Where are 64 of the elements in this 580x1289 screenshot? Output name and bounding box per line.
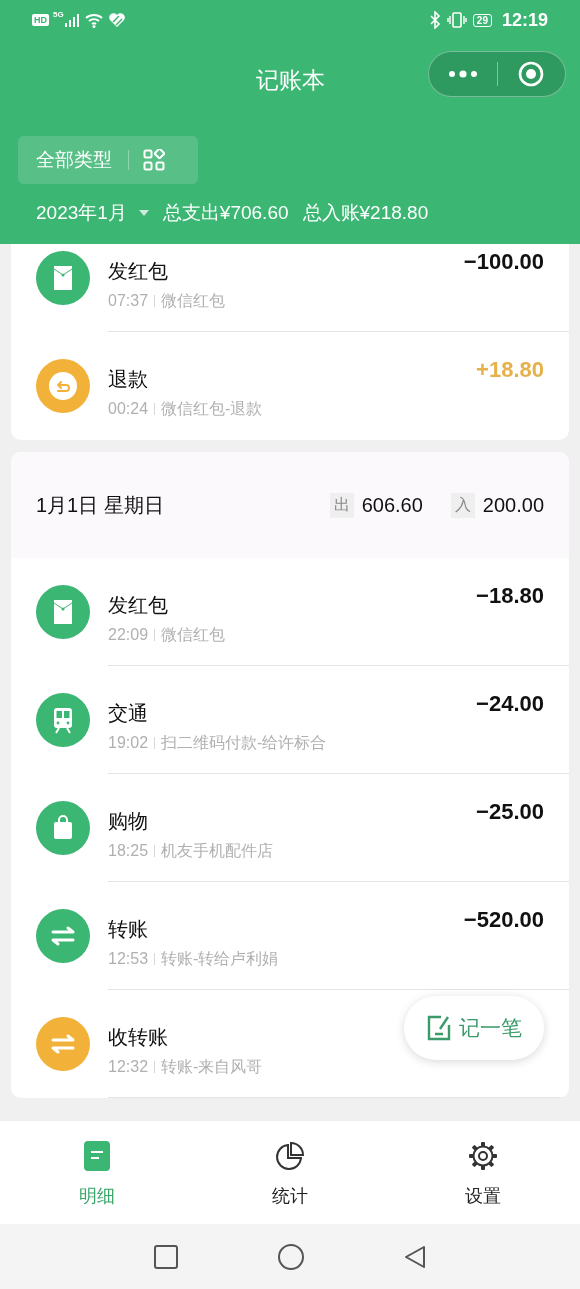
transaction-note: 微信红包 <box>161 625 226 645</box>
square-icon <box>154 1244 178 1269</box>
transaction-title: 交通 <box>108 701 148 726</box>
clock: 12:19 <box>501 9 548 31</box>
transaction-note: 扫二维码付款-给许标合 <box>161 733 327 753</box>
settings-icon <box>468 1141 499 1171</box>
transaction-amount: −25.00 <box>476 798 544 826</box>
transaction-time: 12:32 <box>108 1057 149 1077</box>
day-expense: 606.60 <box>361 493 423 517</box>
transaction-title: 发红包 <box>108 259 168 284</box>
transaction-time: 18:25 <box>108 841 149 861</box>
vibrate-icon <box>446 11 467 29</box>
transaction-note: 微信红包-退款 <box>161 399 263 419</box>
transaction-title: 发红包 <box>108 593 168 618</box>
pie-chart-icon <box>275 1141 305 1171</box>
circle-icon <box>278 1243 304 1270</box>
transaction-note: 微信红包 <box>161 291 226 311</box>
caret-icon <box>138 210 149 216</box>
page-title: 记账本 <box>255 65 325 95</box>
day-date: 1月1日 星期日 <box>36 492 164 518</box>
heart-icon <box>107 12 126 28</box>
document-icon <box>83 1141 110 1171</box>
nav-tab[interactable]: 统计 <box>193 1121 387 1224</box>
transaction-time: 12:53 <box>108 949 149 969</box>
nav-tab[interactable]: 设置 <box>386 1121 580 1224</box>
wifi-icon <box>83 12 104 28</box>
transaction-title: 收转账 <box>108 1025 168 1050</box>
signal-icon <box>63 12 80 28</box>
back-button[interactable] <box>404 1244 426 1269</box>
transaction-amount: +18.80 <box>476 356 544 384</box>
back-icon <box>404 1244 426 1269</box>
bluetooth-icon <box>428 11 441 29</box>
day-income: 200.00 <box>482 493 544 517</box>
transaction-note: 转账-转给卢利娟 <box>161 949 279 969</box>
expense-tag: 出 <box>329 492 354 518</box>
category-filter[interactable]: 全部类型 <box>18 136 198 184</box>
hd-indicator: HD <box>32 14 49 26</box>
month-picker[interactable]: 2023年1月 <box>36 200 163 226</box>
transaction-title: 购物 <box>108 809 148 834</box>
transaction-note: 机友手机配件店 <box>161 841 274 861</box>
edit-icon <box>426 1015 451 1041</box>
income-tag: 入 <box>450 492 475 518</box>
transaction-amount: −18.80 <box>476 582 544 610</box>
more-icon <box>447 70 478 78</box>
transaction-time: 00:24 <box>108 399 149 419</box>
home-button[interactable] <box>278 1243 304 1270</box>
transaction-time: 19:02 <box>108 733 149 753</box>
nav-tab[interactable]: 明细 <box>0 1121 194 1224</box>
total-income: 总入账¥218.80 <box>302 201 429 225</box>
transaction-title: 转账 <box>108 917 148 942</box>
transaction-amount: −520.00 <box>463 906 544 934</box>
recents-button[interactable] <box>154 1244 178 1269</box>
target-icon <box>518 61 545 87</box>
total-expense: 总支出¥706.60 <box>162 201 289 225</box>
add-record-button[interactable]: 记一笔 <box>404 996 544 1060</box>
grid-icon <box>143 149 165 171</box>
transaction-title: 退款 <box>108 367 148 392</box>
transaction-amount: −24.00 <box>476 690 544 718</box>
transaction-time: 07:37 <box>108 291 149 311</box>
transaction-note: 转账-来自风哥 <box>161 1057 263 1077</box>
battery-level: 29 <box>472 13 492 27</box>
transaction-amount: −100.00 <box>463 248 544 276</box>
transaction-time: 22:09 <box>108 625 149 645</box>
network-type: 5G <box>53 10 64 19</box>
